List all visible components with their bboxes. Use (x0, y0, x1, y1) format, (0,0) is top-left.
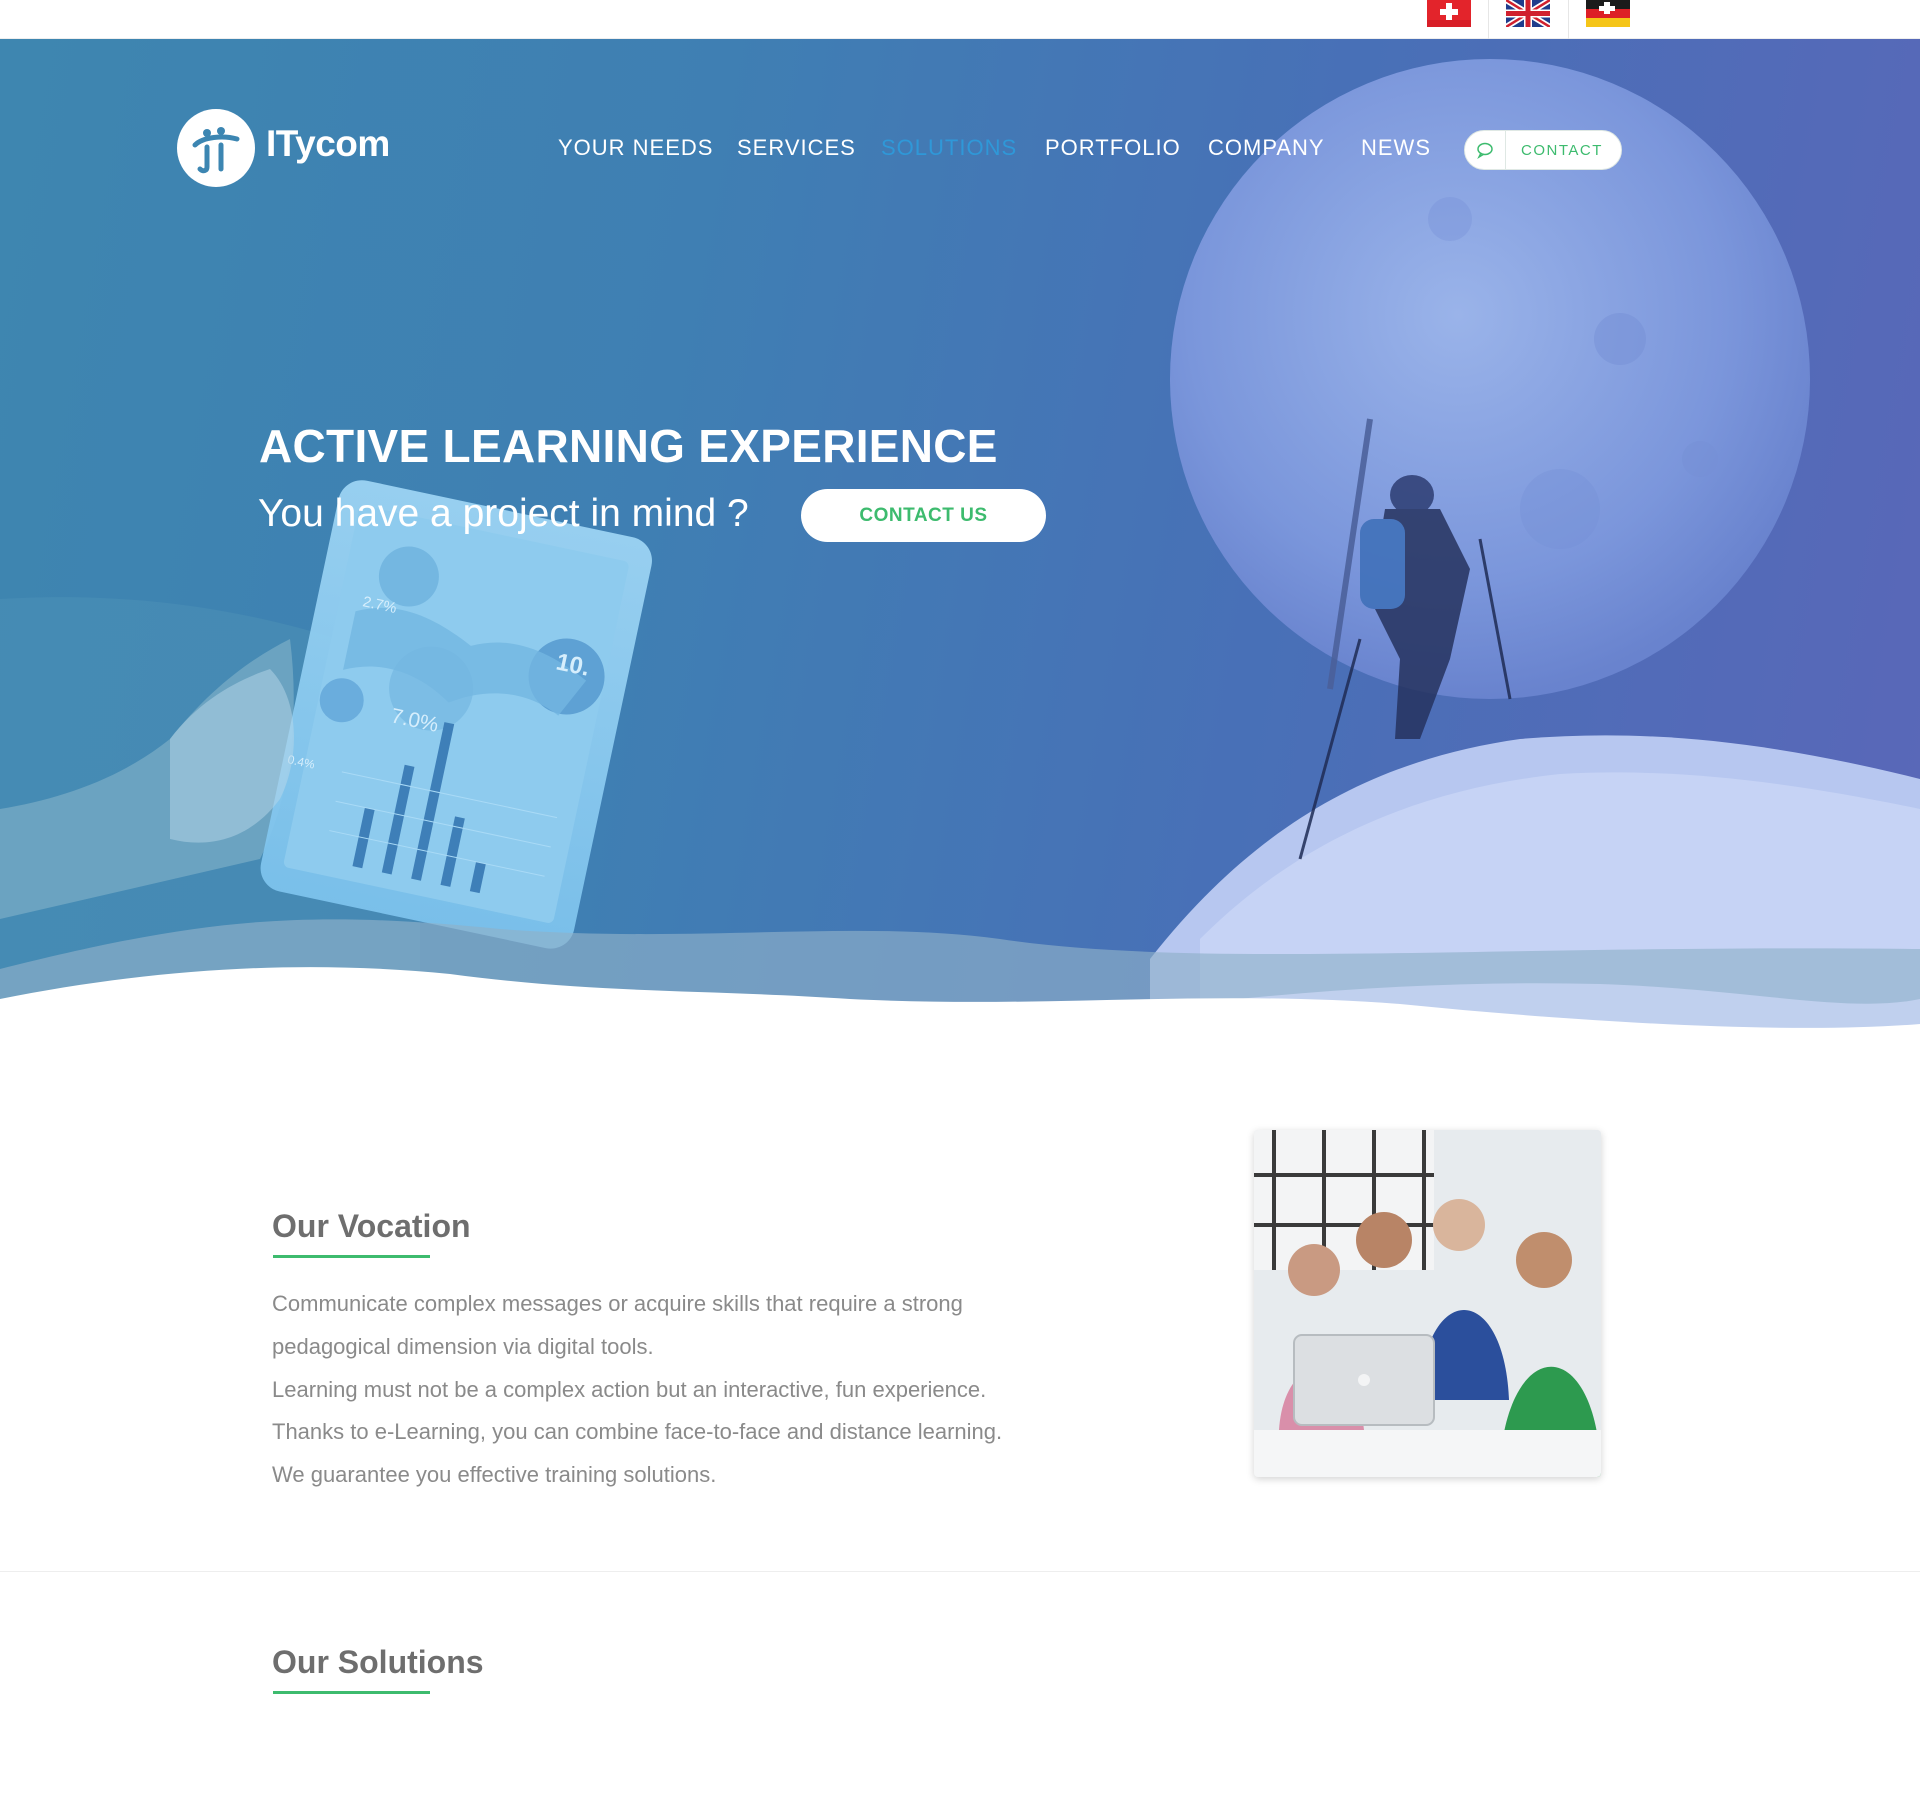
team-photo (1254, 1130, 1601, 1477)
nav-your-needs[interactable]: YOUR NEEDS (558, 135, 713, 161)
language-bar (0, 0, 1920, 39)
nav-portfolio[interactable]: PORTFOLIO (1045, 135, 1181, 161)
flag-separator (1568, 0, 1569, 39)
nav-company[interactable]: COMPANY (1208, 135, 1325, 161)
brand-logo-icon[interactable] (177, 109, 255, 187)
solutions-title-underline (273, 1691, 430, 1694)
nav-services[interactable]: SERVICES (737, 135, 856, 161)
vocation-paragraph: We guarantee you effective training solu… (272, 1462, 717, 1487)
vocation-title-underline (273, 1255, 430, 1258)
contact-us-label: CONTACT US (859, 505, 988, 526)
hero-banner: 2.7% 10. 7.0% 0.4% ITycom YOUR NEEDS SER… (0, 39, 1920, 1029)
contact-button-label: CONTACT (1521, 142, 1603, 159)
vocation-paragraph: Communicate complex messages or acquire … (272, 1291, 963, 1316)
nav-solutions[interactable]: SOLUTIONS (881, 135, 1017, 161)
brand-name[interactable]: ITycom (266, 123, 390, 165)
vocation-paragraph: pedagogical dimension via digital tools. (272, 1334, 654, 1359)
flag-separator (1488, 0, 1489, 39)
nav-news[interactable]: NEWS (1361, 135, 1431, 161)
vocation-paragraph: Thanks to e-Learning, you can combine fa… (272, 1419, 1003, 1444)
chat-bubble-icon (1465, 131, 1506, 169)
uk-flag-icon[interactable] (1506, 0, 1550, 27)
contact-us-button[interactable]: CONTACT US (801, 489, 1046, 542)
vocation-paragraph: Learning must not be a complex action bu… (272, 1377, 987, 1402)
contact-button[interactable]: CONTACT (1464, 130, 1622, 170)
vocation-title: Our Vocation (272, 1208, 471, 1244)
hero-title: ACTIVE LEARNING EXPERIENCE (259, 420, 998, 472)
solutions-title: Our Solutions (272, 1644, 484, 1680)
german-flag-icon[interactable] (1586, 0, 1630, 27)
section-divider (0, 1571, 1920, 1572)
swiss-flag-icon[interactable] (1427, 0, 1471, 27)
hero-subtitle: You have a project in mind ? (258, 492, 749, 535)
